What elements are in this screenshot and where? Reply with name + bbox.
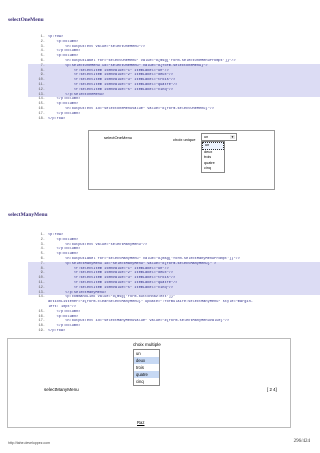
chevron-down-icon[interactable]: ▼ xyxy=(230,135,235,139)
raz-link[interactable]: Raz xyxy=(137,420,144,425)
code-text: </p:row> xyxy=(48,116,66,121)
line-number: 19. xyxy=(38,328,45,333)
screenshot-selectmanymenu: selectManyMenu choix multiple un deux troi… xyxy=(7,338,291,428)
selectmanymenu-label: selectManyMenu xyxy=(44,387,79,392)
section-title-selectonemenu: selectOneMenu xyxy=(8,17,44,23)
selectmanymenu-list[interactable]: un deux trois quatre cinq xyxy=(133,349,160,386)
section-title-selectmanymenu: selectManyMenu xyxy=(8,212,48,218)
selectmanymenu-value: [ 2 4] xyxy=(267,387,277,392)
screenshot-selectonemenu: selectOneMenu choix unique un ▼ un deux tr… xyxy=(88,130,275,190)
code-line: 19. </p:row> xyxy=(28,329,320,334)
list-option[interactable]: cinq xyxy=(134,378,159,385)
dropdown-option[interactable]: un xyxy=(202,142,224,150)
selectonemenu-prompt: choix unique xyxy=(173,137,196,142)
selectonemenu-combo[interactable]: un ▼ xyxy=(201,133,237,141)
code-listing-selectmanymenu: 1. <p:row> 2. <p:column> 3. <h:outputText v… xyxy=(28,233,320,334)
list-option[interactable]: un xyxy=(134,350,159,357)
list-option[interactable]: deux xyxy=(134,357,159,364)
selectmanymenu-prompt: choix multiple xyxy=(133,342,161,347)
line-number: 18. xyxy=(38,116,45,121)
code-text: actionListener="#{form.clearSelectManyMe… xyxy=(48,300,253,305)
code-line: 18. </p:row> xyxy=(28,117,320,122)
code-listing-selectonemenu: 1. <p:row> 2. <p:column> 3. <h:outputText v… xyxy=(28,35,320,121)
dropdown-option[interactable]: cinq xyxy=(202,166,224,172)
list-option[interactable]: trois xyxy=(134,364,159,371)
list-option[interactable]: quatre xyxy=(134,371,159,378)
page-number: 296/424 xyxy=(293,439,310,444)
code-text: </p:row> xyxy=(48,328,66,333)
selectonemenu-dropdown[interactable]: un deux trois quatre cinq xyxy=(201,141,225,173)
selectonemenu-value: un xyxy=(204,134,209,139)
selectonemenu-label: selectOneMenu xyxy=(104,135,133,140)
footer-url: http://tahe.developpez.com xyxy=(8,441,51,445)
